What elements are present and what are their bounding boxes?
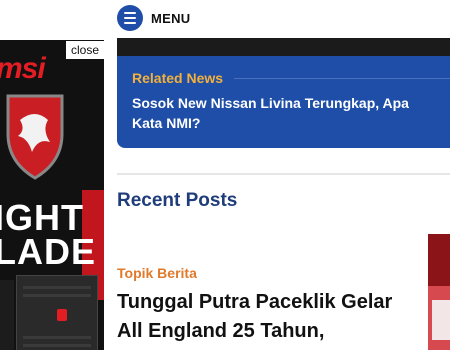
msi-dragon-icon xyxy=(57,309,67,321)
gaming-shield-icon xyxy=(6,94,64,180)
ad-brand-logo: msi xyxy=(0,52,46,85)
site-header: MENU xyxy=(0,0,450,38)
post-title-link[interactable]: Tunggal Putra Paceklik Gelar All England… xyxy=(117,288,417,346)
menu-button[interactable]: MENU xyxy=(117,4,190,32)
menu-label: MENU xyxy=(151,10,191,26)
related-news-rule xyxy=(234,78,450,79)
ad-close-button[interactable]: close xyxy=(66,41,104,59)
post-thumbnail[interactable] xyxy=(428,234,450,350)
related-news-card[interactable]: Related News Sosok New Nissan Livina Ter… xyxy=(117,38,450,148)
post-category-link[interactable]: Topik Berita xyxy=(117,265,197,281)
sidebar-advertisement[interactable]: msi IGHT LADE xyxy=(0,40,104,350)
ad-headline-line2: LADE xyxy=(0,231,96,272)
hamburger-icon xyxy=(117,5,143,31)
related-news-label: Related News xyxy=(132,70,224,86)
related-news-link[interactable]: Sosok New Nissan Livina Terungkap, Apa K… xyxy=(132,93,442,133)
video-strip xyxy=(117,38,450,56)
recent-posts-heading: Recent Posts xyxy=(117,190,238,211)
pc-case-image xyxy=(16,275,98,350)
section-divider xyxy=(117,173,450,175)
